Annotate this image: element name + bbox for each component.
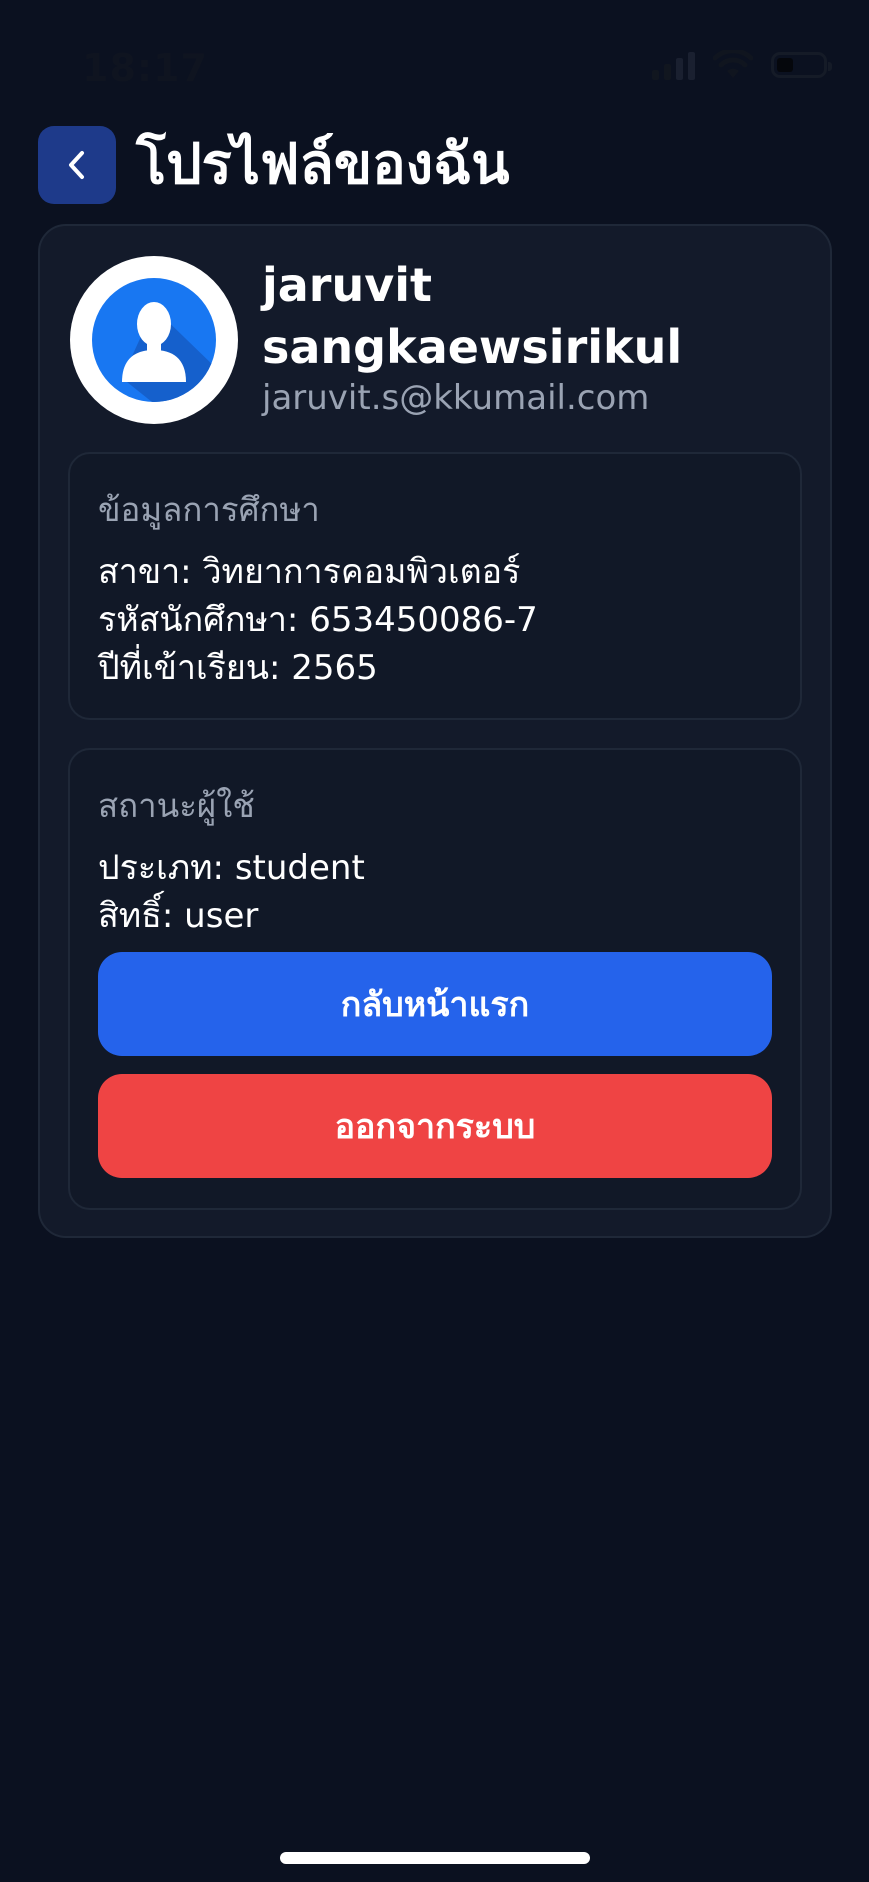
student-id-text: รหัสนักศึกษา: 653450086-7: [98, 600, 538, 640]
cellular-signal-icon: [652, 50, 695, 80]
user-email: jaruvit.s@kkumail.com: [262, 378, 650, 418]
wifi-icon: [713, 50, 753, 78]
header: โปรไฟล์ของฉัน: [38, 126, 510, 204]
status-time: 18:17: [82, 46, 208, 90]
status-icons: [652, 50, 832, 80]
education-heading: ข้อมูลการศึกษา: [98, 490, 320, 529]
logout-button[interactable]: ออกจากระบบ: [98, 1074, 772, 1178]
profile-card: jaruvit sangkaewsirikul jaruvit.s@kkumai…: [38, 224, 832, 1238]
enroll-year-text: ปีที่เข้าเรียน: 2565: [98, 648, 378, 688]
avatar: [70, 256, 238, 424]
profile-screen: 18:17 โปรไฟล์ของฉัน jaruvit sangkaewsiri…: [0, 0, 869, 1882]
user-avatar-icon: [92, 278, 216, 402]
battery-icon: [771, 52, 832, 78]
education-info-box: ข้อมูลการศึกษา สาขา: วิทยาการคอมพิวเตอร์…: [68, 452, 802, 720]
major-text: สาขา: วิทยาการคอมพิวเตอร์: [98, 552, 521, 592]
page-title: โปรไฟล์ของฉัน: [136, 132, 510, 197]
user-status-box: สถานะผู้ใช้ ประเภท: student สิทธิ์: user…: [68, 748, 802, 1210]
status-bar: 18:17: [0, 0, 869, 120]
user-status-heading: สถานะผู้ใช้: [98, 786, 255, 825]
home-indicator[interactable]: [280, 1852, 590, 1864]
back-button[interactable]: [38, 126, 116, 204]
chevron-left-icon: [69, 151, 84, 179]
home-button[interactable]: กลับหน้าแรก: [98, 952, 772, 1056]
user-role-text: สิทธิ์: user: [98, 896, 259, 936]
user-type-text: ประเภท: student: [98, 848, 365, 888]
user-name: jaruvit sangkaewsirikul: [262, 258, 683, 374]
